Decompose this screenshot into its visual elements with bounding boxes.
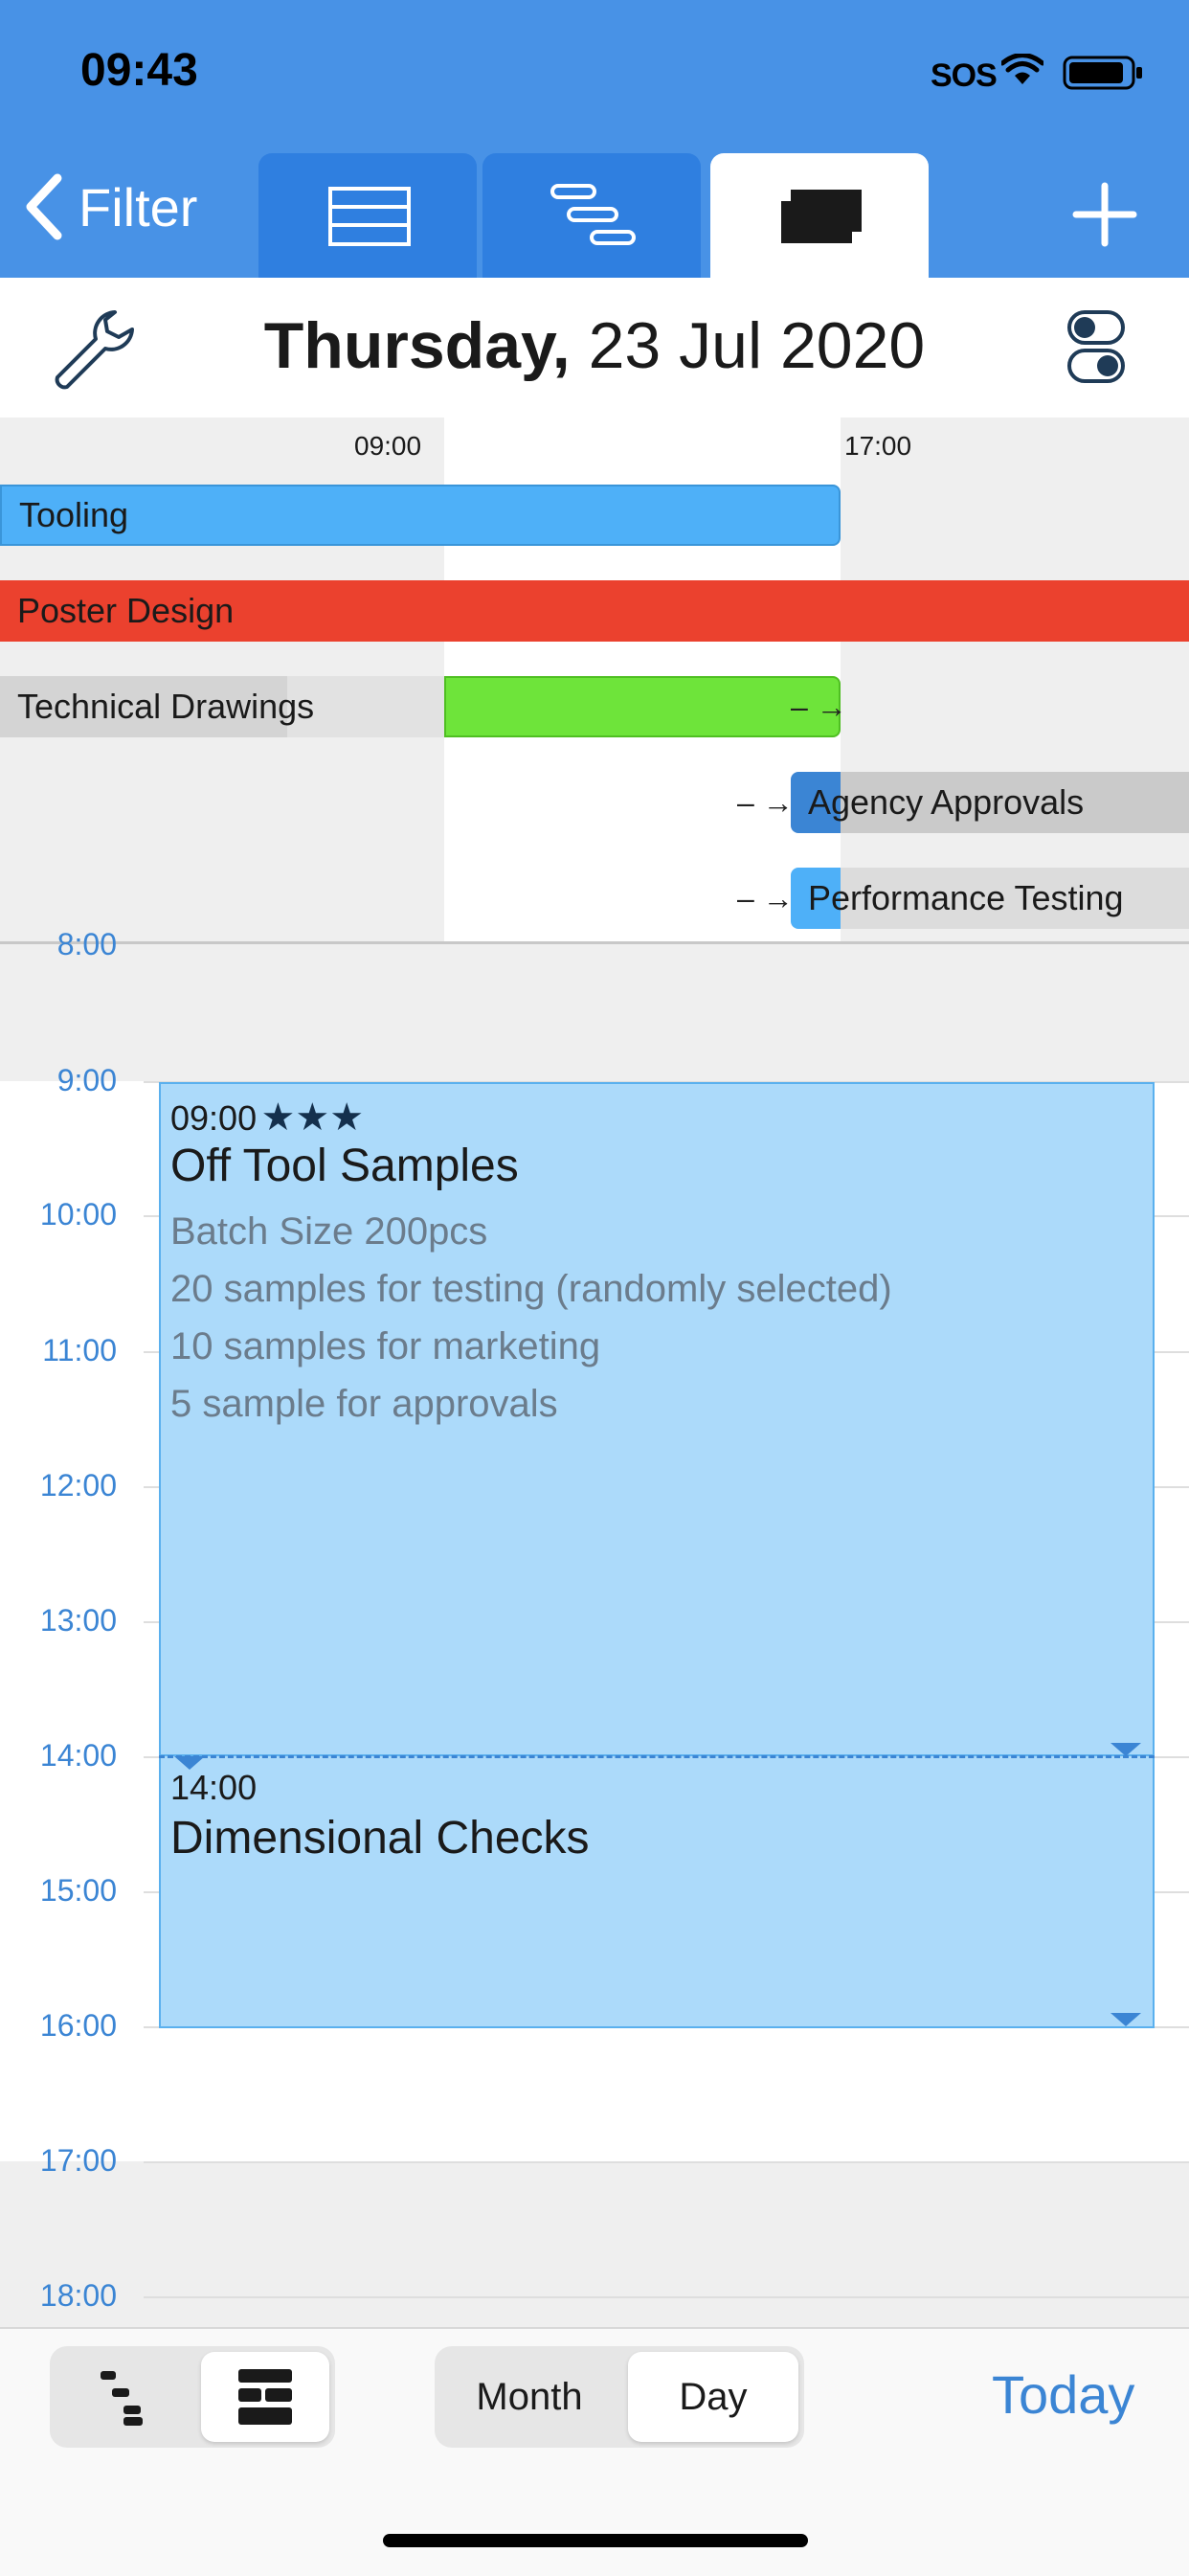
- gantt-task-label: Tooling: [19, 495, 129, 534]
- status-time: 09:43: [80, 45, 198, 96]
- range-month-button[interactable]: Month: [440, 2352, 618, 2442]
- event-dimensional-checks[interactable]: 14:00 Dimensional Checks: [159, 1756, 1155, 2028]
- status-carrier: SOS: [931, 57, 998, 94]
- gantt-task-label: Poster Design: [17, 591, 235, 630]
- hour-label: 16:00: [39, 2008, 117, 2043]
- gantt-task-tooling[interactable]: Tooling: [0, 485, 841, 546]
- page-title-date: Thursday, 23 Jul 2020: [0, 308, 1189, 383]
- tab-list-view[interactable]: [258, 153, 477, 278]
- gantt-task-label-wrap: Technical Drawings: [0, 676, 314, 737]
- event-boundary-line[interactable]: [159, 1755, 1155, 1758]
- list-view-icon: [328, 187, 411, 246]
- view-mode-cards[interactable]: [201, 2352, 329, 2442]
- resize-handle-icon[interactable]: [174, 1756, 205, 1772]
- event-note: 20 samples for testing (randomly selecte…: [170, 1268, 892, 1310]
- back-label: Filter: [79, 176, 198, 237]
- tab-gantt-view[interactable]: [482, 153, 701, 278]
- gantt-tick-label: 09:00: [354, 431, 422, 461]
- gantt-task-technical-drawings[interactable]: [444, 676, 841, 737]
- date-weekday: Thursday,: [263, 309, 571, 382]
- event-note: Batch Size 200pcs: [170, 1210, 488, 1253]
- hour-label: 18:00: [39, 2278, 117, 2313]
- today-button[interactable]: Today: [992, 2363, 1134, 2426]
- gantt-task-label: Technical Drawings: [17, 687, 315, 726]
- hour-label: 12:00: [39, 1468, 117, 1503]
- gantt-tick-label: 17:00: [844, 431, 912, 461]
- gantt-view-icon: [550, 184, 636, 245]
- range-day-button[interactable]: Day: [628, 2352, 798, 2442]
- event-note: 10 samples for marketing: [170, 1325, 601, 1367]
- dependency-arrow-icon: – →: [791, 689, 847, 724]
- home-indicator[interactable]: [383, 2534, 808, 2547]
- event-note: 5 sample for approvals: [170, 1383, 558, 1425]
- gantt-task-label-wrap: Performance Testing: [791, 868, 1124, 929]
- hour-label: 17:00: [39, 2143, 117, 2178]
- hour-label: 10:00: [39, 1197, 117, 1232]
- hour-label: 13:00: [39, 1603, 117, 1638]
- resize-handle-icon[interactable]: [1110, 1743, 1141, 1758]
- view-mode-outline[interactable]: [56, 2352, 190, 2442]
- event-off-tool-samples[interactable]: 09:00 ★★★ Off Tool Samples Batch Size 20…: [159, 1082, 1155, 1756]
- cards-layout-icon: [238, 2369, 292, 2425]
- resize-handle-icon[interactable]: [1110, 2013, 1141, 2028]
- hour-label: 15:00: [39, 1873, 117, 1908]
- battery-icon: [1063, 56, 1142, 90]
- wifi-icon: [1001, 54, 1043, 84]
- hour-label: 11:00: [42, 1333, 117, 1367]
- star-rating-icon: ★★★: [260, 1096, 365, 1139]
- plus-icon[interactable]: [1070, 180, 1139, 249]
- gantt-task-label: Performance Testing: [808, 878, 1124, 917]
- event-title: Off Tool Samples: [170, 1141, 519, 1191]
- toggle-settings-icon[interactable]: [1066, 308, 1128, 385]
- hour-line: [144, 2296, 1189, 2298]
- back-filter-button[interactable]: Filter: [23, 172, 197, 241]
- gantt-task-poster-design[interactable]: Poster Design: [0, 580, 1189, 642]
- event-time: 14:00: [170, 1768, 258, 1807]
- gantt-task-label-wrap: Agency Approvals: [791, 772, 1084, 833]
- outline-list-icon: [101, 2371, 143, 2426]
- range-segmented-control: Month Day: [435, 2346, 804, 2448]
- dependency-arrow-icon: – →: [737, 785, 794, 820]
- view-mode-segmented-control: [50, 2346, 335, 2448]
- hour-label: 14:00: [39, 1738, 117, 1773]
- event-title: Dimensional Checks: [170, 1813, 590, 1864]
- hour-label: 8:00: [56, 927, 117, 961]
- dependency-arrow-icon: – →: [737, 881, 794, 915]
- tab-calendar-view[interactable]: [710, 153, 929, 278]
- chevron-left-icon: [26, 173, 62, 240]
- date-value: 23 Jul 2020: [588, 309, 926, 382]
- event-time: 09:00: [170, 1098, 258, 1138]
- hour-label: 9:00: [56, 1063, 117, 1097]
- calendar-cards-icon: [781, 190, 862, 243]
- gantt-task-label: Agency Approvals: [808, 782, 1085, 822]
- hour-line: [144, 2161, 1189, 2163]
